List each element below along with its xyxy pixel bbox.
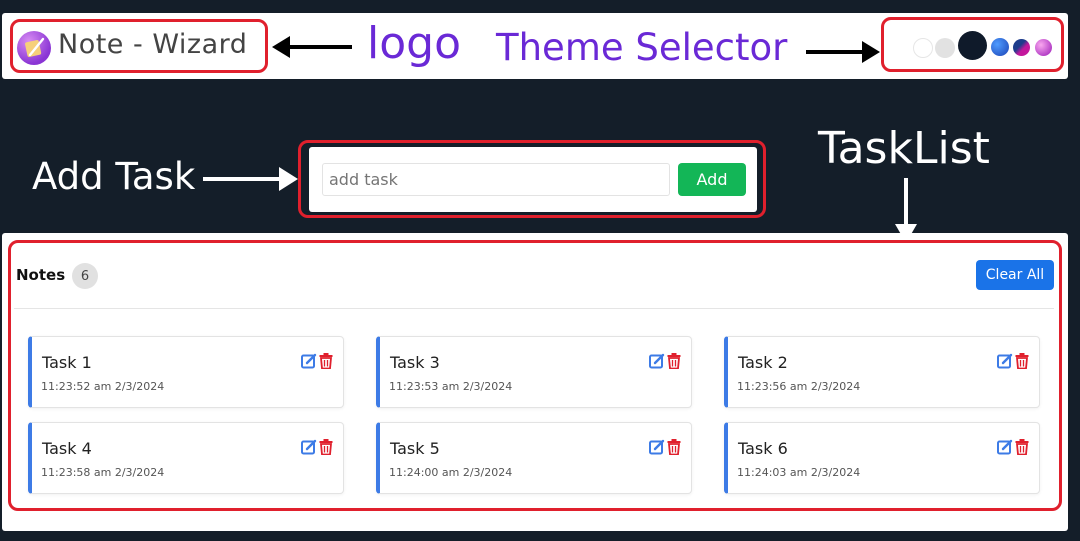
arrow-left-to-logo	[272, 36, 352, 58]
arrow-right-to-add-task	[203, 167, 298, 191]
add-task-highlight-box	[298, 140, 766, 218]
arrow-right-to-theme-selector	[806, 41, 880, 63]
task-list-highlight-box	[8, 240, 1062, 511]
